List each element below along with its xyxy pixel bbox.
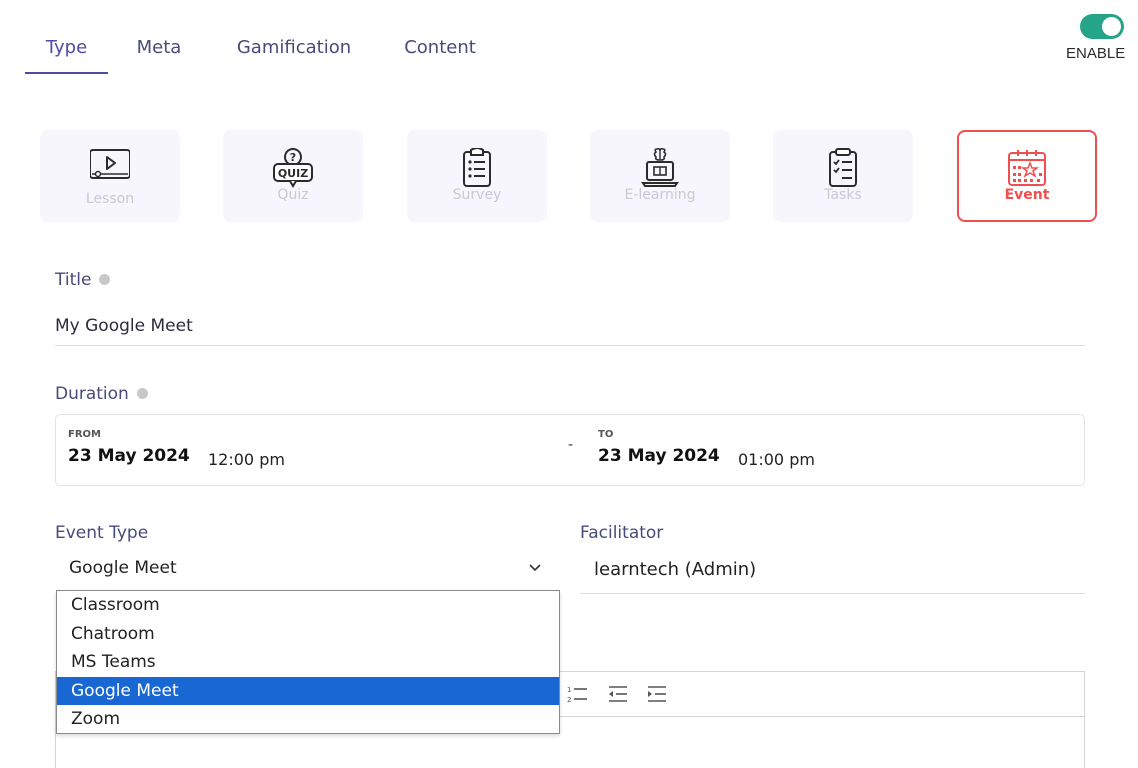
facilitator-label: Facilitator (580, 523, 664, 543)
duration-to[interactable]: TO 23 May 2024 01:00 pm (586, 415, 1084, 485)
event-type-select[interactable]: Google Meet (55, 550, 560, 588)
event-type-value: Google Meet (69, 558, 177, 578)
facilitator-field[interactable]: learntech (Admin) (580, 552, 1085, 594)
type-card-event[interactable]: Event (957, 130, 1097, 222)
event-type-dropdown: Classroom Chatroom MS Teams Google Meet … (56, 590, 560, 734)
svg-text:1: 1 (567, 686, 571, 694)
enable-toggle[interactable] (1080, 14, 1124, 39)
to-date: 23 May 2024 (598, 446, 720, 466)
from-label: FROM (68, 429, 101, 440)
title-label: Title (55, 270, 111, 290)
laptop-brain-icon (641, 148, 679, 187)
from-time: 12:00 pm (208, 450, 285, 469)
duration-picker: FROM 23 May 2024 12:00 pm - TO 23 May 20… (55, 414, 1085, 486)
to-time: 01:00 pm (738, 450, 815, 469)
toggle-knob (1102, 17, 1121, 36)
type-card-tasks-label: Tasks (824, 187, 862, 203)
type-card-lesson-label: Lesson (85, 191, 135, 207)
quiz-bubble-icon: ? QUIZ (273, 148, 313, 188)
svg-text:?: ? (290, 151, 296, 164)
chevron-down-icon (529, 564, 541, 572)
ordered-list-icon[interactable]: 1 2 (566, 684, 588, 704)
type-card-survey[interactable]: Survey (407, 130, 547, 222)
type-card-quiz[interactable]: ? QUIZ Quiz (223, 130, 363, 222)
duration-separator: - (568, 437, 574, 453)
type-card-tasks[interactable]: Tasks (773, 130, 913, 222)
info-icon[interactable] (136, 387, 148, 399)
outdent-icon[interactable] (607, 684, 629, 704)
event-type-label: Event Type (55, 523, 149, 543)
tab-gamification[interactable]: Gamification (232, 28, 356, 74)
type-card-elearning-label: E-learning (624, 187, 696, 203)
type-card-lesson[interactable]: Lesson (40, 130, 180, 222)
option-google-meet[interactable]: Google Meet (57, 676, 559, 705)
clipboard-list-icon (463, 148, 491, 187)
calendar-star-icon (1008, 150, 1046, 186)
from-date: 23 May 2024 (68, 446, 190, 466)
clipboard-check-icon (829, 148, 857, 187)
title-label-text: Title (55, 270, 92, 290)
title-input[interactable] (55, 306, 1085, 346)
duration-label-text: Duration (55, 384, 129, 404)
svg-text:2: 2 (567, 696, 571, 704)
to-label: TO (598, 429, 614, 440)
enable-label: ENABLE (1066, 45, 1126, 62)
option-chatroom[interactable]: Chatroom (57, 620, 559, 649)
info-icon[interactable] (99, 273, 111, 285)
tab-type[interactable]: Type (25, 28, 108, 74)
type-card-event-label: Event (1004, 187, 1050, 203)
duration-from[interactable]: FROM 23 May 2024 12:00 pm (56, 415, 556, 485)
svg-text:QUIZ: QUIZ (278, 167, 308, 180)
option-ms-teams[interactable]: MS Teams (57, 648, 559, 677)
duration-label: Duration (55, 384, 148, 404)
tab-content[interactable]: Content (401, 28, 479, 74)
indent-icon[interactable] (646, 684, 668, 704)
type-card-quiz-label: Quiz (277, 187, 309, 203)
option-zoom[interactable]: Zoom (57, 705, 559, 734)
type-card-survey-label: Survey (452, 187, 502, 203)
option-classroom[interactable]: Classroom (57, 591, 559, 620)
video-lesson-icon (90, 149, 130, 179)
type-card-elearning[interactable]: E-learning (590, 130, 730, 222)
page: Type Meta Gamification Content ENABLE Le… (0, 0, 1138, 768)
tab-meta[interactable]: Meta (134, 28, 184, 74)
